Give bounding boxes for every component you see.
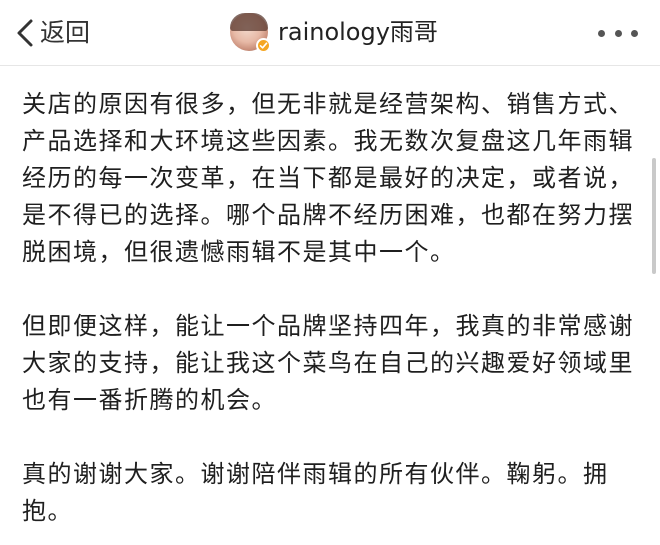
top-nav-bar: 返回 rainology雨哥 (0, 0, 660, 66)
more-icon-dot (631, 29, 638, 37)
scrollbar[interactable] (652, 158, 656, 274)
verified-badge-icon (256, 38, 271, 53)
nav-title: rainology雨哥 (230, 11, 438, 53)
avatar[interactable] (230, 13, 271, 53)
back-label: 返回 (40, 18, 91, 47)
back-button[interactable]: 返回 (14, 14, 90, 52)
username[interactable]: rainology雨哥 (278, 17, 438, 47)
more-icon (598, 29, 605, 37)
more-icon-dot (614, 29, 622, 37)
more-button[interactable] (598, 24, 638, 42)
chevron-left-icon (14, 18, 36, 48)
post-paragraph: 真的谢谢大家。谢谢陪伴雨辑的所有伙伴。鞠躬。拥抱。 (22, 460, 609, 525)
post-paragraph: 关店的原因有很多，但无非就是经营架构、销售方式、产品选择和大环境这些因素。我无数… (22, 90, 634, 266)
avatar-hair-shape (230, 13, 268, 31)
post-paragraph: 但即便这样，能让一个品牌坚持四年，我真的非常感谢大家的支持，能让我这个菜鸟在自己… (22, 312, 634, 414)
post-body: 关店的原因有很多，但无非就是经营架构、销售方式、产品选择和大环境这些因素。我无数… (22, 86, 638, 545)
